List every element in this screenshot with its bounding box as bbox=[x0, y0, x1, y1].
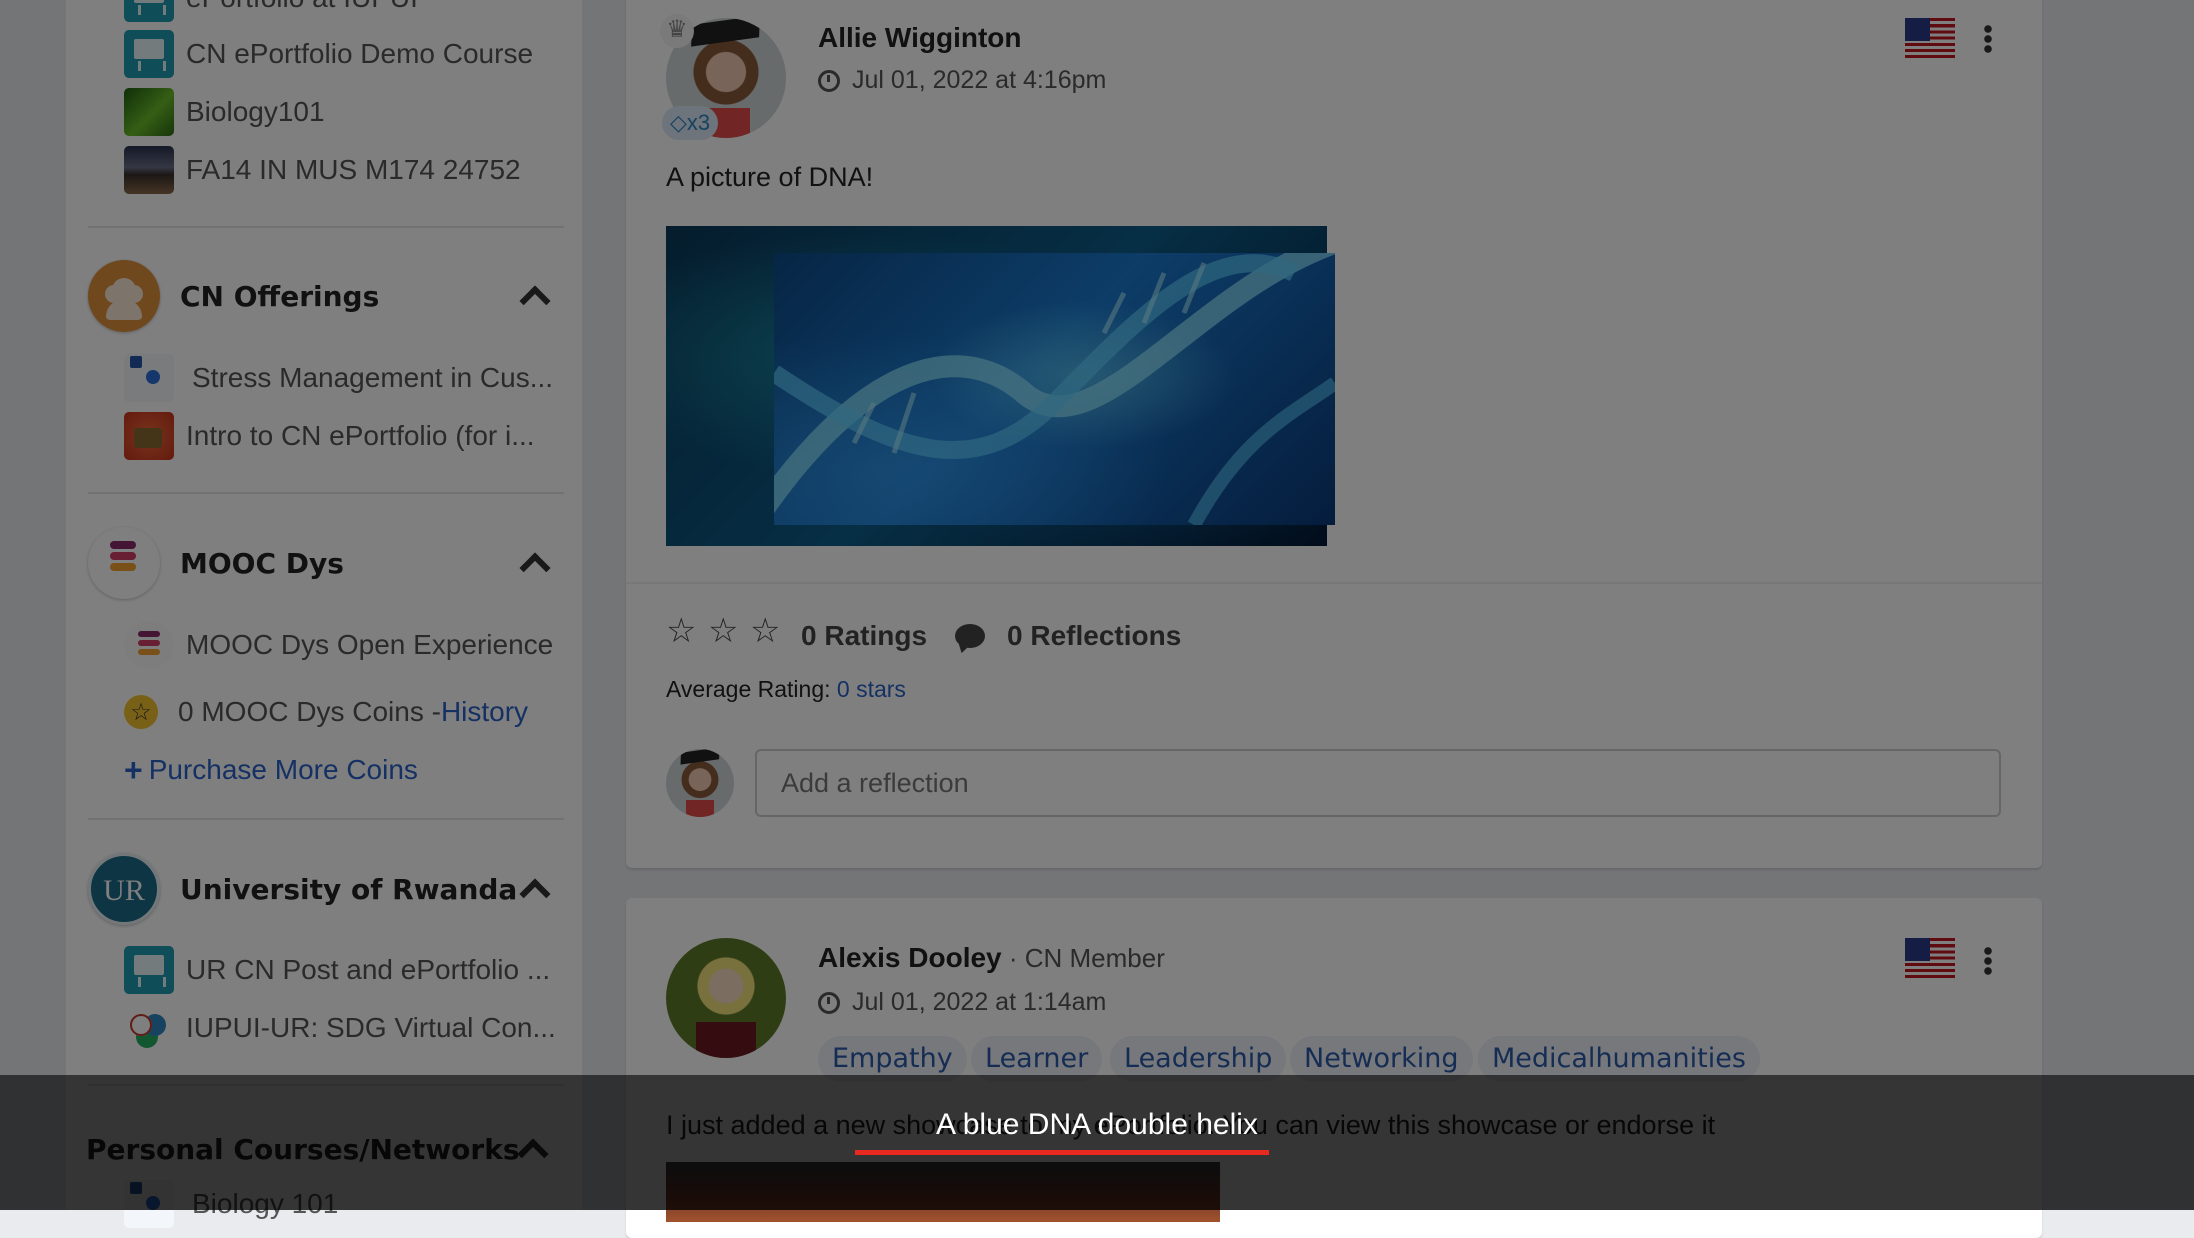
sidebar-item-cn-eportfolio-demo[interactable]: CN ePortfolio Demo Course bbox=[124, 30, 533, 78]
dna-helix-drawing bbox=[774, 253, 1335, 525]
group-title: MOOC Dys bbox=[180, 546, 344, 580]
more-options-icon[interactable] bbox=[1984, 24, 1992, 54]
divider bbox=[88, 226, 564, 228]
purchase-label: Purchase More Coins bbox=[148, 754, 418, 785]
group-header-mooc-dys[interactable]: MOOC Dys bbox=[88, 524, 558, 602]
sidebar-item-label: Stress Management in Cus... bbox=[192, 362, 554, 393]
divider bbox=[626, 582, 2042, 584]
diamond-icon: ◇ bbox=[670, 110, 687, 135]
post-timestamp: Jul 01, 2022 at 4:16pm bbox=[818, 66, 1106, 95]
clock-icon bbox=[818, 69, 840, 92]
easel-icon bbox=[124, 946, 174, 994]
plus-icon: + bbox=[124, 751, 143, 788]
chevron-up-icon[interactable] bbox=[519, 285, 551, 317]
group-header-cn-offerings[interactable]: CN Offerings bbox=[88, 257, 558, 335]
divider bbox=[88, 818, 564, 820]
ur-logo-text: UR bbox=[103, 874, 145, 907]
coins-text: 0 MOOC Dys Coins - bbox=[178, 696, 441, 727]
rating-star-3[interactable]: ☆ bbox=[750, 614, 780, 648]
easel-icon bbox=[124, 0, 174, 22]
chevron-up-icon[interactable] bbox=[519, 552, 551, 584]
mooc-dys-icon bbox=[124, 621, 174, 669]
reflections-count[interactable]: 0 Reflections bbox=[1007, 620, 1181, 652]
sidebar-item-intro-cn-eportfolio[interactable]: Intro to CN ePortfolio (for i... bbox=[124, 412, 535, 460]
current-user-avatar bbox=[666, 749, 734, 817]
sidebar-item-label: Biology101 bbox=[186, 96, 325, 127]
checklist-icon bbox=[124, 354, 174, 402]
timestamp-text: Jul 01, 2022 at 1:14am bbox=[852, 988, 1107, 1016]
sidebar-item-label: Intro to CN ePortfolio (for i... bbox=[186, 420, 535, 451]
dna-thumb-icon bbox=[124, 88, 174, 136]
mooc-dys-logo bbox=[88, 527, 160, 599]
star-coin-icon: ☆ bbox=[124, 695, 158, 729]
author-name-text[interactable]: Alexis Dooley bbox=[818, 942, 1002, 973]
diamond-badge: ◇x3 bbox=[662, 106, 719, 140]
sidebar-item-mooc-dys-open[interactable]: MOOC Dys Open Experience bbox=[124, 621, 553, 669]
more-options-icon[interactable] bbox=[1984, 946, 1992, 976]
average-rating-label: Average Rating: bbox=[666, 676, 837, 702]
caption-bar bbox=[0, 1075, 2194, 1210]
average-rating-value[interactable]: 0 stars bbox=[837, 676, 906, 702]
group-title: University of Rwanda bbox=[180, 872, 518, 906]
history-link[interactable]: History bbox=[441, 696, 528, 728]
coins-row: ☆ 0 MOOC Dys Coins - History bbox=[124, 688, 528, 736]
reflection-input[interactable] bbox=[755, 749, 2001, 817]
image-caption: A blue DNA double helix bbox=[936, 1108, 1258, 1141]
author-role: · CN Member bbox=[1001, 943, 1165, 973]
ur-logo: UR bbox=[88, 853, 160, 925]
rating-star-1[interactable]: ☆ bbox=[666, 614, 696, 648]
sidebar-item-biology101[interactable]: Biology101 bbox=[124, 88, 325, 136]
briefcase-icon bbox=[124, 412, 174, 460]
author-name[interactable]: Allie Wigginton bbox=[818, 22, 1022, 54]
us-flag-icon bbox=[1905, 18, 1955, 58]
post-timestamp: Jul 01, 2022 at 1:14am bbox=[818, 988, 1106, 1017]
sidebar-item-label: FA14 IN MUS M174 24752 bbox=[186, 154, 521, 185]
sidebar-item-eportfolio-iupui[interactable]: ePortfolio at IUPUI bbox=[124, 0, 418, 22]
post-text: A picture of DNA! bbox=[666, 162, 874, 192]
easel-icon bbox=[124, 30, 174, 78]
sidebar-item-label: ePortfolio at IUPUI bbox=[186, 0, 418, 14]
sidebar-item-label: MOOC Dys Open Experience bbox=[186, 629, 554, 660]
post-image[interactable] bbox=[774, 253, 1335, 525]
concert-thumb-icon bbox=[124, 146, 174, 194]
ratings-count[interactable]: 0 Ratings bbox=[801, 620, 927, 652]
sidebar-item-label: IUPUI-UR: SDG Virtual Con... bbox=[186, 1012, 556, 1043]
clock-icon bbox=[818, 991, 840, 1014]
rating-star-2[interactable]: ☆ bbox=[708, 614, 738, 648]
avatar[interactable] bbox=[666, 938, 786, 1058]
group-title: CN Offerings bbox=[180, 279, 380, 313]
badge-count: x3 bbox=[686, 110, 711, 135]
sidebar-item-stress-management[interactable]: Stress Management in Cus... bbox=[124, 354, 553, 402]
crown-icon: ♛ bbox=[660, 14, 694, 48]
chevron-up-icon[interactable] bbox=[519, 878, 551, 910]
sidebar-item-ur-cn-post[interactable]: UR CN Post and ePortfolio ... bbox=[124, 946, 550, 994]
group-header-university-of-rwanda[interactable]: UR University of Rwanda bbox=[88, 850, 558, 928]
comment-icon bbox=[955, 624, 985, 648]
sidebar-item-label: CN ePortfolio Demo Course bbox=[186, 38, 534, 69]
sidebar: ePortfolio at IUPUI CN ePortfolio Demo C… bbox=[66, 0, 582, 1228]
caption-underline bbox=[855, 1150, 1269, 1155]
sidebar-item-label: UR CN Post and ePortfolio ... bbox=[186, 954, 551, 985]
us-flag-icon bbox=[1905, 938, 1955, 978]
sdg-rings-icon bbox=[124, 1004, 174, 1052]
divider bbox=[88, 492, 564, 494]
people-icon bbox=[88, 260, 160, 332]
timestamp-text: Jul 01, 2022 at 4:16pm bbox=[852, 66, 1107, 94]
sidebar-item-fa14-mus[interactable]: FA14 IN MUS M174 24752 bbox=[124, 146, 521, 194]
author-name: Alexis Dooley · CN Member bbox=[818, 942, 1165, 974]
sidebar-item-iupui-ur-sdg[interactable]: IUPUI-UR: SDG Virtual Con... bbox=[124, 1004, 556, 1052]
purchase-more-coins-link[interactable]: + Purchase More Coins bbox=[124, 746, 418, 794]
average-rating: Average Rating: 0 stars bbox=[666, 676, 906, 703]
